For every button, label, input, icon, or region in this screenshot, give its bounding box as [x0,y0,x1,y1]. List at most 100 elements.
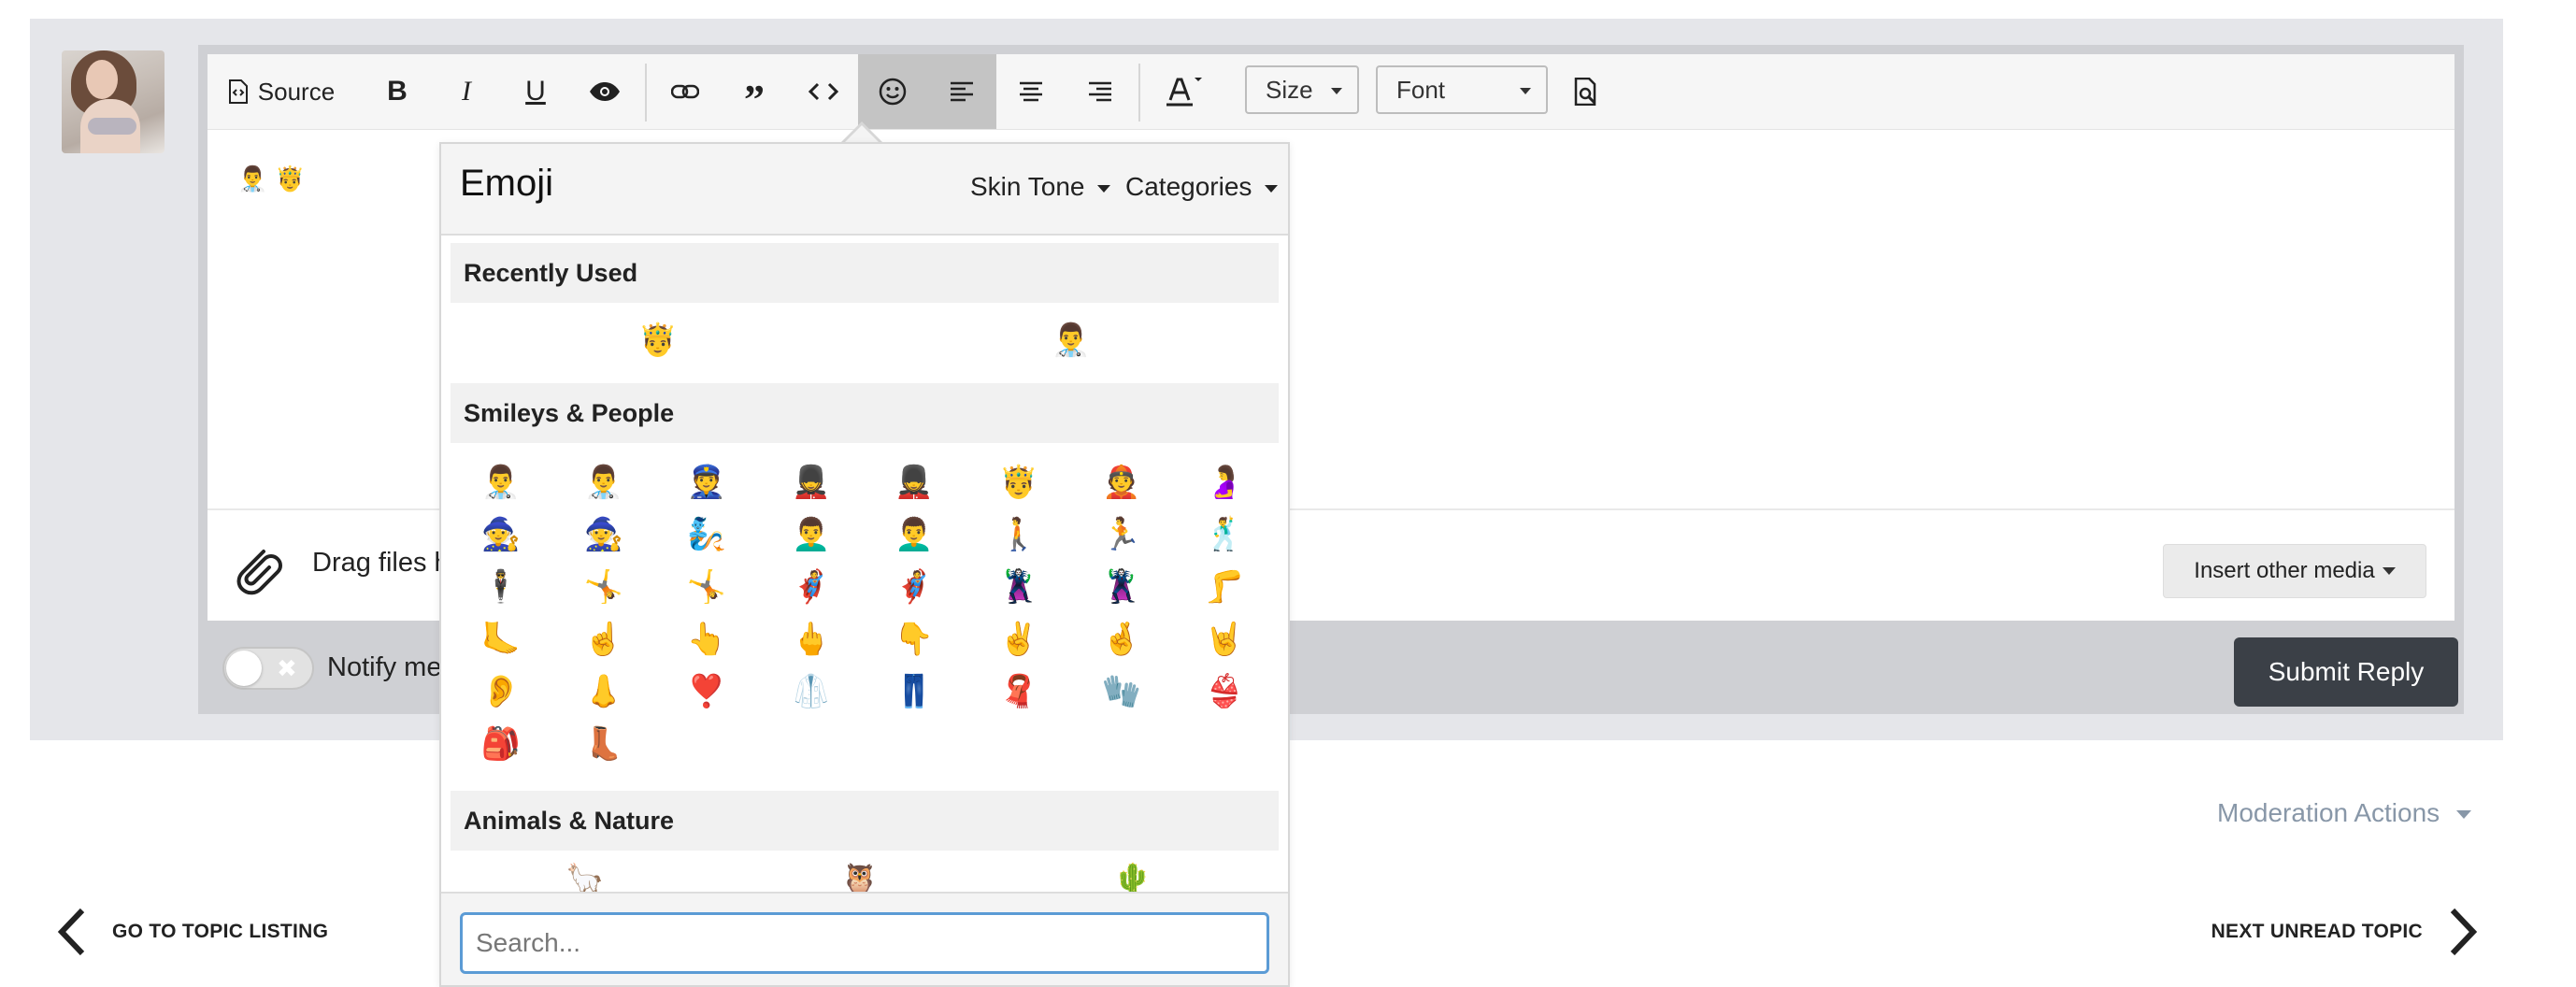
emoji-picker-title: Emoji [460,163,554,204]
code-icon [808,82,839,101]
editor-content-emoji: 🤴 [275,164,306,193]
emoji-item[interactable]: 👨‍⚕️ [581,464,626,501]
categories-dropdown[interactable]: Categories [1125,172,1279,202]
source-label: Source [257,77,336,106]
next-unread-topic-link[interactable]: NEXT UNREAD TOPIC [2211,907,2481,957]
font-family-select[interactable]: Font [1376,65,1548,114]
emoji-item[interactable]: 🤰 [1202,464,1247,501]
quote-button[interactable]: ” [720,54,789,129]
emoji-item[interactable]: 🧣 [996,673,1041,710]
link-icon [671,84,699,99]
chevron-down-icon [2382,567,2396,575]
emoji-item[interactable]: ❣️ [684,673,729,710]
code-button[interactable] [789,54,858,129]
moderation-actions-label: Moderation Actions [2217,798,2440,827]
preview-button[interactable] [1552,54,1621,129]
emoji-search-input[interactable] [460,912,1269,974]
emoji-item[interactable]: 👂 [479,673,523,710]
emoji-item[interactable]: 👨‍🦱 [892,516,937,553]
align-right-icon [1089,81,1111,102]
categories-label: Categories [1125,172,1252,201]
eye-icon [590,82,620,101]
emoji-item[interactable]: 🧙 [479,516,523,553]
emoji-item[interactable]: 🧙 [581,516,626,553]
bold-button[interactable]: B [363,54,432,129]
text-color-button[interactable] [1144,54,1223,129]
emoji-item[interactable]: 🤴 [996,464,1041,501]
emoji-item[interactable]: 🤞 [1099,621,1144,658]
source-icon [228,79,248,104]
emoji-item[interactable]: 🕺 [1202,516,1247,553]
emoji-item[interactable]: 🏃 [1099,516,1144,553]
emoji-item[interactable]: ✌️ [996,621,1041,658]
insert-media-button[interactable]: Insert other media [2163,544,2426,598]
font-size-label: Size [1266,75,1313,104]
emoji-item[interactable]: 🥼 [789,673,834,710]
emoji-item[interactable]: 🤸 [684,568,729,606]
preview-icon [1574,78,1596,106]
source-button[interactable]: Source [221,54,342,129]
emoji-picker: Emoji Skin Tone Categories Recently Used… [439,142,1290,987]
emoji-item[interactable]: 👨‍⚕️ [479,464,523,501]
notify-label: Notify me [327,652,442,682]
insert-media-label: Insert other media [2194,558,2375,583]
emoji-item[interactable]: 👙 [1202,673,1247,710]
align-center-button[interactable] [996,54,1066,129]
emoji-item[interactable]: 🧤 [1099,673,1144,710]
emoji-picker-header: Emoji Skin Tone Categories [441,144,1288,236]
emoji-item[interactable]: 💂 [789,464,834,501]
notify-toggle[interactable]: ✖ [222,647,314,690]
emoji-item[interactable]: 🦶 [479,621,523,658]
emoji-item[interactable]: 👮 [684,464,729,501]
spoiler-button[interactable] [570,54,639,129]
emoji-item[interactable]: 🦸 [892,568,937,606]
emoji-item[interactable]: 👨‍⚕️ [1049,322,1094,359]
text-color-icon [1166,78,1202,107]
quote-icon: ” [744,76,765,122]
moderation-actions-menu[interactable]: Moderation Actions [2217,798,2471,828]
next-link-label: NEXT UNREAD TOPIC [2211,921,2423,942]
skin-tone-label: Skin Tone [970,172,1085,201]
emoji-item[interactable]: 🦹 [1099,568,1144,606]
animals-nature-heading: Animals & Nature [451,791,1279,851]
emoji-item[interactable]: 👖 [892,673,937,710]
emoji-item[interactable]: 👃 [581,673,626,710]
go-to-topic-listing-link[interactable]: GO TO TOPIC LISTING [54,907,328,957]
emoji-item[interactable]: 🤘 [1202,621,1247,658]
emoji-item[interactable]: 👢 [581,725,626,763]
italic-button[interactable]: I [432,54,501,129]
emoji-item[interactable]: 🤸 [581,568,626,606]
emoji-item[interactable]: 🧞 [684,516,729,553]
emoji-item[interactable]: 🕴️ [479,568,523,606]
underline-icon: U [525,76,546,107]
emoji-item[interactable]: 🎒 [479,725,523,763]
emoji-item[interactable]: 👇 [892,621,937,658]
align-right-button[interactable] [1066,54,1135,129]
font-family-label: Font [1396,75,1446,104]
emoji-item[interactable]: 🚶 [996,516,1041,553]
skin-tone-dropdown[interactable]: Skin Tone [970,172,1111,202]
emoji-item[interactable]: 💂 [892,464,937,501]
emoji-item[interactable]: 👆 [684,621,729,658]
link-button[interactable] [651,54,720,129]
emoji-item[interactable]: 🦵 [1202,568,1247,606]
font-size-select[interactable]: Size [1245,65,1359,114]
italic-icon: I [462,76,471,107]
emoji-item[interactable]: 🤴 [636,322,680,359]
chevron-left-icon [57,908,85,956]
underline-button[interactable]: U [501,54,570,129]
chevron-down-icon [1331,88,1342,94]
emoji-item[interactable]: 👲 [1099,464,1144,501]
emoji-picker-footer [441,892,1288,985]
avatar[interactable] [62,50,165,153]
emoji-item[interactable]: 🖕 [789,621,834,658]
align-left-button[interactable] [927,54,996,129]
submit-reply-button[interactable]: Submit Reply [2234,637,2458,707]
emoji-item[interactable]: ☝️ [581,621,626,658]
emoji-item[interactable]: 👨‍🦱 [789,516,834,553]
emoji-item[interactable]: 🦹 [996,568,1041,606]
chevron-down-icon [1520,88,1531,94]
emoji-item[interactable]: 🦸 [789,568,834,606]
emoji-button[interactable] [858,54,927,129]
drag-files-text: Drag files h [312,548,450,578]
